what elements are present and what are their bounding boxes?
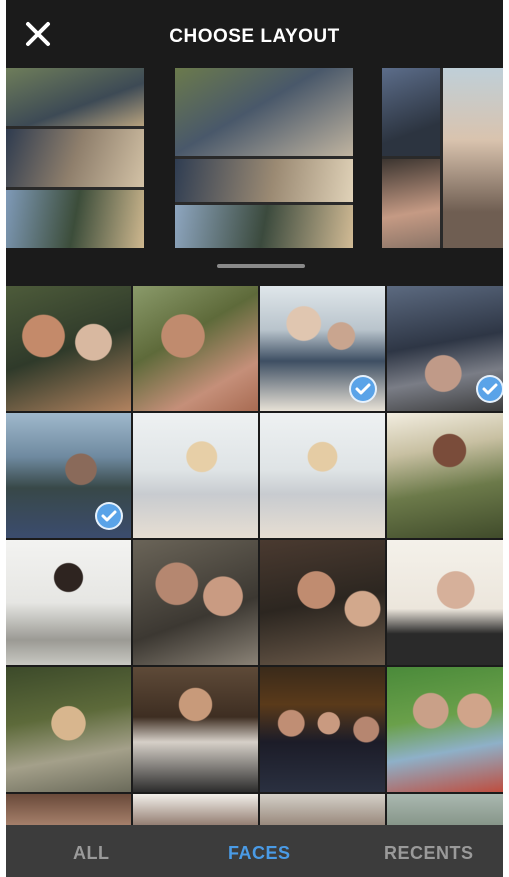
bottom-tab-bar: ALL FACES RECENTS	[6, 825, 503, 877]
selected-check	[349, 375, 377, 403]
photo-tile[interactable]	[260, 413, 385, 538]
layout-cell	[6, 190, 144, 248]
photo-tile[interactable]	[6, 413, 131, 538]
checkmark-icon	[101, 510, 117, 522]
tab-faces[interactable]: FACES	[228, 843, 291, 864]
selected-check	[95, 502, 123, 530]
layout-cell	[175, 205, 353, 248]
photo-tile[interactable]	[133, 540, 258, 665]
layout-option-3[interactable]	[382, 68, 503, 248]
checkmark-icon	[482, 383, 498, 395]
tab-recents[interactable]: RECENTS	[384, 843, 474, 864]
photo-tile[interactable]	[387, 667, 503, 792]
photo-grid	[6, 286, 503, 877]
photo-tile[interactable]	[260, 286, 385, 411]
photo-tile[interactable]	[260, 540, 385, 665]
photo-tile[interactable]	[6, 286, 131, 411]
photo-tile[interactable]	[387, 413, 503, 538]
photo-tile[interactable]	[133, 413, 258, 538]
layout-cell	[6, 68, 144, 126]
photo-tile[interactable]	[6, 540, 131, 665]
photo-tile[interactable]	[133, 667, 258, 792]
header: CHOOSE LAYOUT	[6, 0, 503, 64]
layout-option-2[interactable]	[175, 68, 353, 248]
layout-options	[6, 64, 503, 264]
photo-tile[interactable]	[387, 540, 503, 665]
page-title: CHOOSE LAYOUT	[169, 26, 340, 47]
photo-tile[interactable]	[387, 286, 503, 411]
layout-cell	[175, 68, 353, 156]
layout-option-1[interactable]	[6, 68, 144, 248]
layout-cell	[382, 68, 440, 156]
layout-cell	[443, 68, 503, 248]
photo-tile[interactable]	[133, 286, 258, 411]
layout-cell	[6, 129, 144, 187]
selected-check	[476, 375, 503, 403]
drag-handle[interactable]	[217, 264, 305, 268]
layout-cell	[175, 159, 353, 202]
photo-tile[interactable]	[260, 667, 385, 792]
tab-all[interactable]: ALL	[73, 843, 110, 864]
photo-tile[interactable]	[6, 667, 131, 792]
checkmark-icon	[355, 383, 371, 395]
app: CHOOSE LAYOUT ALL FACES RECENTS	[6, 0, 503, 877]
layout-cell	[382, 159, 440, 248]
